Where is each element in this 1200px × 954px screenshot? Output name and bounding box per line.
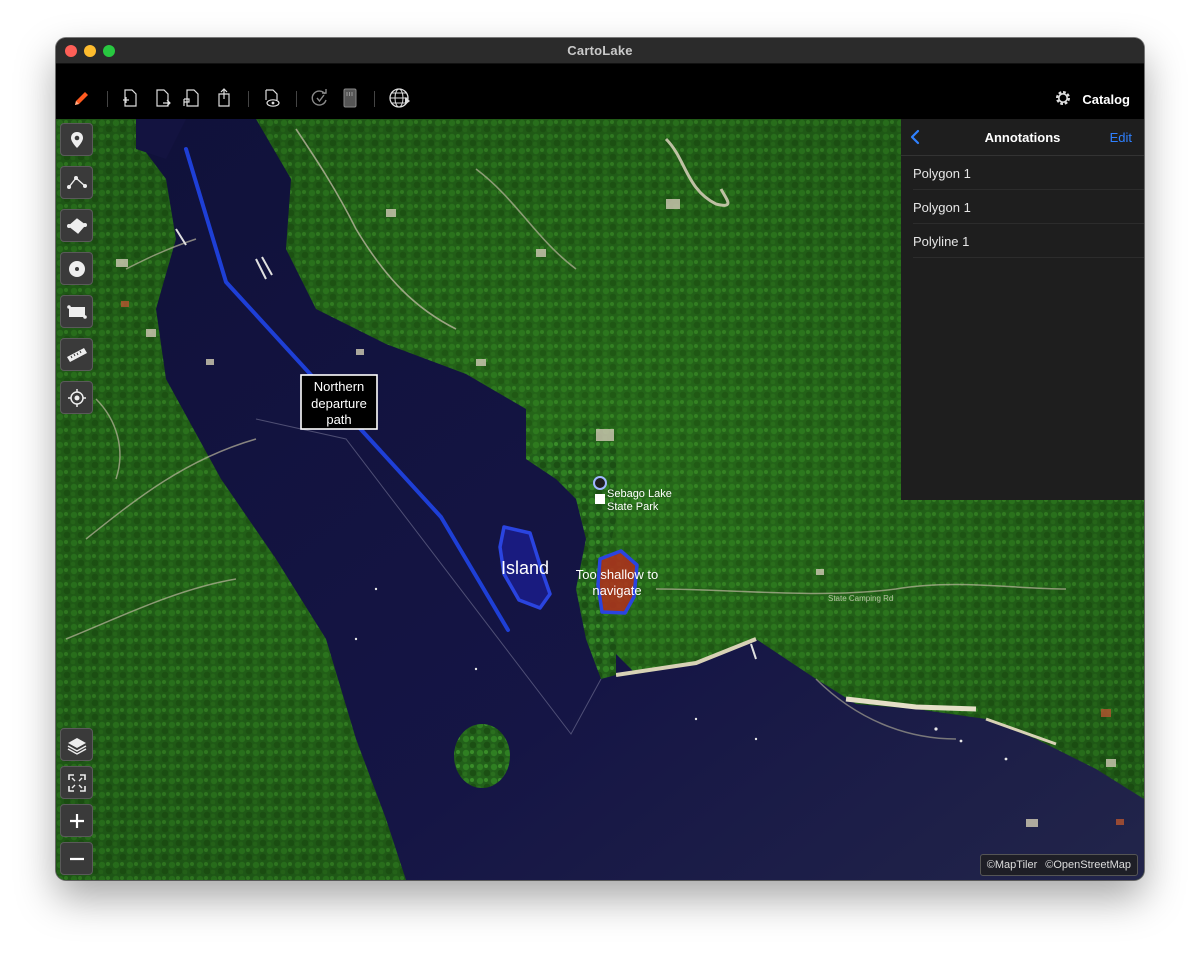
shallow-label-line1: Too shallow to	[576, 567, 658, 582]
island-label: Island	[501, 558, 549, 578]
layers-icon[interactable]	[60, 728, 93, 761]
path-note-line1: Northern	[314, 379, 365, 394]
add-doc-icon[interactable]	[120, 88, 140, 108]
refresh-check-icon[interactable]	[310, 88, 330, 108]
doc-next-icon[interactable]	[153, 88, 173, 108]
share-doc-icon[interactable]	[214, 88, 234, 108]
shallow-polygon	[596, 549, 639, 615]
annotation-item[interactable]: Polyline 1	[913, 224, 1144, 258]
catalog-label: Catalog	[1082, 91, 1130, 107]
ruler-icon[interactable]	[60, 338, 93, 371]
fit-icon[interactable]	[60, 766, 93, 799]
pin-icon[interactable]	[60, 123, 93, 156]
edit-button[interactable]: Edit	[1110, 130, 1132, 145]
polygon-icon[interactable]	[60, 209, 93, 242]
annotation-item[interactable]: Polygon 1	[913, 190, 1144, 224]
panel-header: Annotations Edit	[901, 119, 1144, 156]
shallow-label-line2: navigate	[592, 583, 641, 598]
road-label: State Camping Rd	[828, 594, 893, 603]
toolbar: Catalog	[56, 64, 1144, 119]
globe-icon[interactable]	[388, 88, 412, 108]
polyline-icon[interactable]	[60, 166, 93, 199]
zoom-out-icon[interactable]	[60, 842, 93, 875]
panel-title: Annotations	[984, 130, 1061, 145]
title-bar: CartoLake	[56, 38, 1144, 64]
annotation-item[interactable]: Polygon 1	[913, 156, 1144, 190]
zoom-in-icon[interactable]	[60, 804, 93, 837]
osm-attribution[interactable]: ©OpenStreetMap	[1045, 859, 1131, 871]
rectangle-icon[interactable]	[60, 295, 93, 328]
view-doc-icon[interactable]	[262, 88, 282, 108]
catalog-button[interactable]: Catalog	[1054, 88, 1130, 110]
locate-icon[interactable]	[60, 381, 93, 414]
gear-icon[interactable]	[1054, 89, 1072, 110]
pencil-icon[interactable]	[72, 88, 92, 108]
app-window: CartoLake Catalog State Camping Rd North…	[56, 38, 1144, 880]
window-title: CartoLake	[567, 43, 633, 58]
map-attribution: ©MapTiler ©OpenStreetMap	[979, 854, 1138, 876]
poi-marker-circle	[593, 476, 607, 490]
doc-flag-icon[interactable]	[181, 88, 201, 108]
poi-label-line2: State Park	[607, 501, 659, 513]
circle-icon[interactable]	[60, 252, 93, 285]
sd-card-icon[interactable]	[340, 88, 360, 108]
poi-marker-square	[595, 494, 605, 504]
path-note-line2: departure	[311, 396, 367, 411]
poi-label-line1: Sebago Lake	[607, 488, 672, 500]
maptiler-attribution[interactable]: ©MapTiler	[987, 859, 1037, 871]
path-note-line3: path	[326, 412, 351, 427]
annotations-panel: Annotations Edit Polygon 1 Polygon 1 Pol…	[901, 119, 1144, 500]
